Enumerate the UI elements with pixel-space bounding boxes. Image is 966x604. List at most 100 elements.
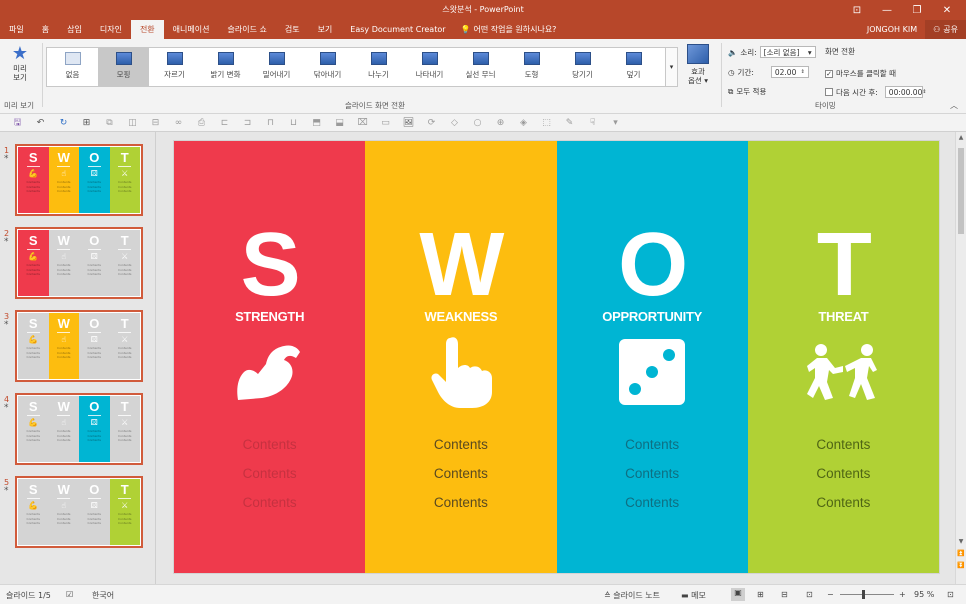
tab-home[interactable]: 홈 xyxy=(33,20,58,39)
after-time-checkbox[interactable] xyxy=(825,88,833,96)
slide-thumbnail[interactable]: S 💪 Contents Contents Contents W ☝ Contents Cont… xyxy=(15,144,143,216)
copy-icon[interactable]: ⧉ xyxy=(98,118,121,128)
tab-transitions[interactable]: 전환 xyxy=(130,20,164,39)
customize-qat-icon[interactable]: ▾ xyxy=(604,118,627,128)
slide-thumbnail[interactable]: S 💪 Contents Contents Contents W ☝ Contents Cont… xyxy=(15,476,143,548)
zoom-level[interactable]: 95 % xyxy=(914,590,934,599)
picture-icon[interactable]: 🖼 xyxy=(397,118,420,128)
tab-animations[interactable]: 애니메이션 xyxy=(164,20,219,39)
tab-file[interactable]: 파일 xyxy=(0,20,33,39)
group-icon[interactable]: ⊟ xyxy=(144,118,167,128)
shape-icon[interactable]: ◇ xyxy=(443,118,466,128)
textbox-icon[interactable]: ▭ xyxy=(374,118,397,128)
eyedropper-icon[interactable]: ✎ xyxy=(558,118,581,128)
vertical-scrollbar[interactable]: ▲ ▼ ⏫ ⏬ xyxy=(955,132,966,584)
slideshow-view-icon[interactable]: ⊡ xyxy=(806,590,813,599)
merge-icon[interactable]: ⊕ xyxy=(489,118,512,128)
duration-input[interactable]: 02.00 ⇕ xyxy=(770,66,809,78)
slide-sorter-icon[interactable]: ⊞ xyxy=(757,590,764,599)
previous-slide-icon[interactable]: ⏫ xyxy=(956,550,966,557)
slide-thumbnail[interactable]: S 💪 Contents Contents Contents W ☝ Contents Cont… xyxy=(15,227,143,299)
transition-reveal[interactable]: 나타내기 xyxy=(404,48,455,86)
transition-split[interactable]: 나누기 xyxy=(353,48,404,86)
minimize-icon[interactable]: — xyxy=(872,2,902,18)
transition-none[interactable]: 없음 xyxy=(47,48,98,86)
effects-icon[interactable]: ⬚ xyxy=(535,118,558,128)
align-center-icon[interactable]: ⊐ xyxy=(236,118,259,128)
swot-column-opprortunity[interactable]: O OPPRORTUNITY Contents Contents Contents xyxy=(556,141,748,573)
send-backward-icon[interactable]: ⬓ xyxy=(328,118,351,128)
align-bottom-icon[interactable]: ⊔ xyxy=(282,118,305,128)
print-icon[interactable]: ⎙ xyxy=(190,118,213,128)
transitions-group-label: 슬라이드 화면 전환 xyxy=(345,101,405,110)
comments-button[interactable]: ▬ 메모 xyxy=(681,590,706,601)
close-icon[interactable]: ✕ xyxy=(932,2,962,18)
transition-shape[interactable]: 도형 xyxy=(506,48,557,86)
tab-view[interactable]: 보기 xyxy=(309,20,342,39)
gallery-more-button[interactable]: ▾ xyxy=(666,47,678,87)
transition-morph[interactable]: 모핑 xyxy=(98,48,149,86)
swot-column-weakness[interactable]: W WEAKNESS Contents Contents Contents xyxy=(365,141,557,573)
bring-forward-icon[interactable]: ⬒ xyxy=(305,118,328,128)
shape-fill-icon[interactable]: ◈ xyxy=(512,118,535,128)
zoom-in-icon[interactable]: + xyxy=(899,590,906,599)
zoom-out-icon[interactable]: − xyxy=(827,590,834,599)
touch-mode-icon[interactable]: ☟ xyxy=(581,118,604,128)
normal-view-icon[interactable]: ▣ xyxy=(731,588,745,601)
transition-wipe[interactable]: 닦아내기 xyxy=(302,48,353,86)
format-icon[interactable]: ◫ xyxy=(121,118,144,128)
tab-insert[interactable]: 삽입 xyxy=(58,20,91,39)
effect-options-button[interactable]: 효과 옵션 ▾ xyxy=(684,44,712,94)
on-mouse-click-checkbox[interactable]: ✓ xyxy=(825,69,833,78)
transition-uncover[interactable]: 당기기 xyxy=(557,48,608,86)
collapse-ribbon-icon[interactable]: ︿ xyxy=(950,100,958,111)
link-icon[interactable]: ∞ xyxy=(167,118,190,128)
undo-icon[interactable]: ↶ xyxy=(29,118,52,128)
apply-to-all-button[interactable]: 모두 적용 xyxy=(736,86,766,97)
share-button[interactable]: ⚇ 공유 xyxy=(925,20,966,39)
spell-check-icon[interactable]: ☑ xyxy=(66,590,73,599)
transition-push[interactable]: 밀어내기 xyxy=(251,48,302,86)
language[interactable]: 한국어 xyxy=(92,590,114,601)
preview-button[interactable]: ★ 미리 보기 xyxy=(4,44,36,94)
swot-word: OPPRORTUNITY xyxy=(602,309,702,324)
slide-canvas[interactable]: S STRENGTH Contents Contents Contents W WEAKNE… xyxy=(174,141,939,573)
user-name[interactable]: JONGOH KIM xyxy=(859,20,925,39)
after-time-input[interactable]: 00:00.00 ⇕ xyxy=(884,86,927,98)
next-slide-icon[interactable]: ⏬ xyxy=(956,562,966,569)
crop-icon[interactable]: ⌧ xyxy=(351,118,374,128)
swot-column-strength[interactable]: S STRENGTH Contents Contents Contents xyxy=(174,141,366,573)
restore-icon[interactable]: ❐ xyxy=(902,2,932,18)
align-top-icon[interactable]: ⊓ xyxy=(259,118,282,128)
scroll-down-icon[interactable]: ▼ xyxy=(956,538,966,545)
scroll-up-icon[interactable]: ▲ xyxy=(956,134,966,141)
ribbon-display-options-icon[interactable]: ⊡ xyxy=(842,2,872,18)
tab-review[interactable]: 검토 xyxy=(276,20,309,39)
transition-cut[interactable]: 자르기 xyxy=(149,48,200,86)
align-left-icon[interactable]: ⊏ xyxy=(213,118,236,128)
fit-to-window-icon[interactable]: ⊡ xyxy=(947,590,954,599)
save-icon[interactable]: 🖫 xyxy=(6,115,29,131)
sound-dropdown[interactable]: [소리 없음] ▾ xyxy=(759,46,816,58)
tell-me-box[interactable]: 💡 어떤 작업을 원하시나요? xyxy=(455,20,557,39)
scrollbar-thumb[interactable] xyxy=(958,148,964,234)
transition-random-bars[interactable]: 실선 무늬 xyxy=(455,48,506,86)
oval-icon[interactable]: ○ xyxy=(466,118,489,128)
slideshow-icon[interactable]: ⊞ xyxy=(75,118,98,128)
zoom-slider[interactable] xyxy=(840,590,894,599)
slide-thumbnail[interactable]: S 💪 Contents Contents Contents W ☝ Contents Cont… xyxy=(15,310,143,382)
timing-group-label: 타이밍 xyxy=(815,101,836,110)
swot-column-threat[interactable]: T THREAT Contents Contents Contents xyxy=(747,141,939,573)
tab-slideshow[interactable]: 슬라이드 쇼 xyxy=(218,20,275,39)
transition-cover[interactable]: 덮기 xyxy=(608,48,659,86)
tab-design[interactable]: 디자인 xyxy=(91,20,131,39)
slide-thumbnail[interactable]: S 💪 Contents Contents Contents W ☝ Contents Cont… xyxy=(15,393,143,465)
rotate-icon[interactable]: ⟳ xyxy=(420,118,443,128)
swot-word: WEAKNESS xyxy=(424,309,498,324)
redo-icon[interactable]: ↻ xyxy=(52,118,75,128)
notes-button[interactable]: ≙ 슬라이드 노트 xyxy=(604,590,660,601)
transition-fade[interactable]: 밝기 변화 xyxy=(200,48,251,86)
tab-easy-document-creator[interactable]: Easy Document Creator xyxy=(341,20,454,39)
reading-view-icon[interactable]: ⊟ xyxy=(781,590,788,599)
zoom-slider-knob[interactable] xyxy=(862,590,865,599)
